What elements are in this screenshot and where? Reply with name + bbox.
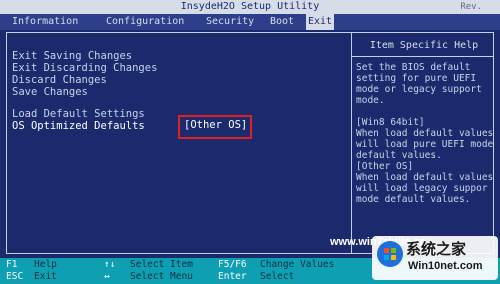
key-esc: ESC — [6, 271, 24, 282]
help-line: will load legacy suppor — [356, 183, 488, 194]
windows-logo-icon — [377, 241, 403, 267]
menu-item-save-changes[interactable]: Save Changes — [12, 86, 88, 98]
help-line: mode or legacy support — [356, 84, 482, 95]
key-enter-desc: Select — [260, 271, 295, 282]
menu-item-exit-saving-changes[interactable]: Exit Saving Changes — [12, 50, 132, 62]
key-f1: F1 — [6, 259, 18, 270]
help-line: mode. — [356, 95, 385, 106]
tab-information[interactable]: Information — [10, 14, 80, 30]
key-updown-desc: Select Item — [130, 259, 193, 270]
help-line: When load default values — [356, 128, 494, 139]
key-leftright-desc: Select Menu — [130, 271, 193, 282]
watermark-brand-name: 系统之家 — [406, 241, 467, 258]
watermark-brand: 系统之家 Win10net.com — [372, 236, 498, 280]
key-updown: ↑↓ — [104, 259, 116, 270]
app-title: InsydeH2O Setup Utility — [180, 1, 320, 12]
menu-item-load-default-settings[interactable]: Load Default Settings — [12, 108, 145, 120]
help-line: When load default values — [356, 172, 494, 183]
key-f5f6: F5/F6 — [218, 259, 247, 270]
title-bar: InsydeH2O Setup Utility Rev. — [0, 0, 500, 14]
tab-security[interactable]: Security — [204, 14, 256, 30]
version-label: Rev. — [460, 2, 482, 12]
menu-bar: Information Configuration Security Boot … — [0, 14, 500, 30]
bios-screen: InsydeH2O Setup Utility Rev. Information… — [0, 0, 500, 284]
key-f1-desc: Help — [34, 259, 57, 270]
menu-item-exit-discarding-changes[interactable]: Exit Discarding Changes — [12, 62, 157, 74]
menu-item-os-optimized-defaults[interactable]: OS Optimized Defaults — [12, 120, 145, 132]
os-optimized-defaults-value[interactable]: [Other OS] — [184, 119, 247, 131]
tab-boot[interactable]: Boot — [268, 14, 296, 30]
help-line: default values. — [356, 150, 442, 161]
panel-divider — [351, 32, 352, 254]
help-line: mode default values. — [356, 194, 471, 205]
help-line: [Win8 64bit] — [356, 117, 425, 128]
help-line: Set the BIOS default — [356, 62, 471, 73]
tab-exit[interactable]: Exit — [306, 14, 335, 30]
help-line: setting for pure UEFI — [356, 73, 477, 84]
key-enter: Enter — [218, 271, 247, 282]
key-f5f6-desc: Change Values — [260, 259, 335, 270]
help-line: [Other OS] — [356, 161, 414, 172]
help-separator — [352, 56, 494, 57]
key-esc-desc: Exit — [34, 271, 57, 282]
help-title: Item Specific Help — [369, 40, 479, 51]
tab-configuration[interactable]: Configuration — [104, 14, 186, 30]
watermark-brand-url: Win10net.com — [408, 260, 483, 272]
help-line: will load pure UEFI mode — [356, 139, 494, 150]
key-leftright: ↔ — [104, 271, 110, 282]
menu-item-discard-changes[interactable]: Discard Changes — [12, 74, 107, 86]
